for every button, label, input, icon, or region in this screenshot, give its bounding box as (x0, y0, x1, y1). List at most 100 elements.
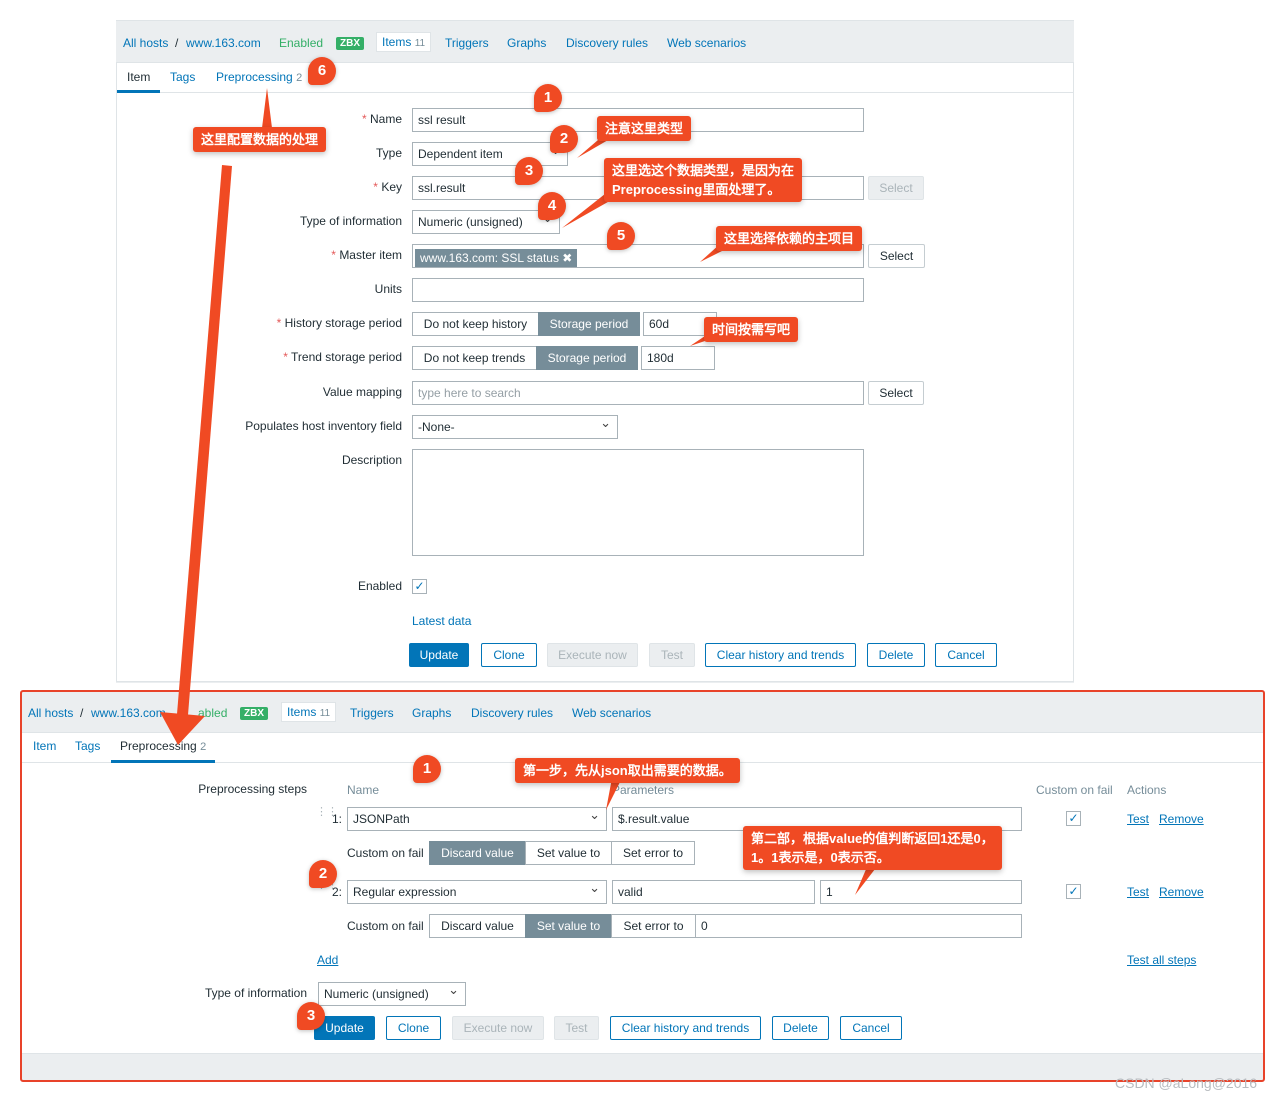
tab-tags[interactable]: Tags (170, 62, 195, 92)
toi-value: Numeric (unsigned) (418, 215, 523, 229)
trend-label: * Trend storage period (283, 350, 402, 364)
items-count: 11 (319, 708, 331, 719)
master-item-label: * Master item (331, 248, 402, 262)
breadcrumb-sep: / (175, 36, 179, 50)
nav-triggers[interactable]: Triggers (350, 706, 394, 720)
callout-step1: 第一步，先从json取出需要的数据。 (515, 758, 740, 783)
items-label: Items (382, 35, 412, 49)
status-enabled[interactable]: abled (198, 706, 227, 720)
callout-type: 注意这里类型 (597, 116, 692, 141)
step-remove-link[interactable]: Remove (1159, 812, 1204, 826)
callout-master-item: 这里选择依赖的主项目 (716, 226, 863, 251)
test-all-steps-link[interactable]: Test all steps (1127, 953, 1196, 967)
value-mapping-select-button[interactable]: Select (868, 381, 924, 405)
nav-items[interactable]: Items 11 (376, 32, 432, 52)
breadcrumb-sep: / (80, 706, 84, 720)
delete-button[interactable]: Delete (772, 1016, 829, 1040)
breadcrumb-host[interactable]: www.163.com (186, 36, 261, 50)
step-test-link[interactable]: Test (1127, 885, 1149, 899)
latest-data-link[interactable]: Latest data (412, 614, 471, 628)
tab-preprocessing[interactable]: Preprocessing 2 (216, 62, 302, 93)
nav-triggers[interactable]: Triggers (445, 36, 489, 50)
history-do-not-keep[interactable]: Do not keep history (412, 312, 539, 336)
top-form-card (116, 62, 1074, 682)
type-label: Type (375, 146, 402, 160)
tab-item[interactable]: Item (117, 62, 161, 93)
custom-on-fail-checkbox[interactable]: ✓ (1066, 884, 1081, 899)
discard-value-option[interactable]: Discard value (429, 841, 526, 865)
nav-graphs[interactable]: Graphs (507, 36, 546, 50)
tab-preprocessing-label: Preprocessing (120, 739, 197, 753)
test-button[interactable]: Test (649, 643, 695, 667)
status-enabled[interactable]: Enabled (279, 36, 323, 50)
step-type-value: Regular expression (353, 885, 457, 899)
inventory-value: -None- (418, 420, 455, 434)
step-test-link[interactable]: Test (1127, 812, 1149, 826)
badge-6: 6 (308, 57, 336, 85)
tab-tags[interactable]: Tags (75, 731, 100, 761)
set-value-option[interactable]: Set value to (525, 914, 612, 938)
update-button[interactable]: Update (409, 643, 469, 667)
toi-value: Numeric (unsigned) (324, 987, 429, 1001)
breadcrumb-host[interactable]: www.163.com (91, 706, 166, 720)
trend-do-not-keep[interactable]: Do not keep trends (412, 346, 537, 370)
step-output-input[interactable]: 1 (820, 880, 1022, 904)
trend-storage-period[interactable]: Storage period (536, 346, 638, 370)
inventory-select[interactable]: -None- (412, 415, 618, 439)
trend-value-input[interactable]: 180d (641, 346, 715, 370)
clear-history-button[interactable]: Clear history and trends (705, 643, 856, 667)
set-value-option[interactable]: Set value to (525, 841, 612, 865)
key-select-button[interactable]: Select (868, 176, 924, 200)
nav-discovery-rules[interactable]: Discovery rules (566, 36, 648, 50)
units-label: Units (374, 282, 402, 296)
callout-step2: 第二部，根据value的值判断返回1还是0， 1。1表示是，0表示否。 (743, 826, 1002, 870)
clone-button[interactable]: Clone (481, 643, 537, 667)
remove-chip-icon[interactable]: ✖ (562, 251, 572, 265)
nav-items[interactable]: Items 11 (281, 702, 337, 722)
custom-value-input[interactable]: 0 (695, 914, 1022, 938)
execute-now-button[interactable]: Execute now (547, 643, 638, 667)
nav-discovery-rules[interactable]: Discovery rules (471, 706, 553, 720)
step-type-select[interactable]: JSONPath (347, 807, 607, 831)
add-step-link[interactable]: Add (317, 953, 338, 967)
cancel-button[interactable]: Cancel (840, 1016, 902, 1040)
cancel-button[interactable]: Cancel (935, 643, 997, 667)
discard-value-option[interactable]: Discard value (429, 914, 526, 938)
delete-button[interactable]: Delete (867, 643, 925, 667)
badge-bottom-1: 1 (413, 755, 441, 783)
nav-web-scenarios[interactable]: Web scenarios (667, 36, 746, 50)
type-of-information-label: Type of information (204, 986, 307, 1000)
type-select[interactable]: Dependent item (412, 142, 568, 166)
tab-preprocessing[interactable]: Preprocessing 2 (111, 731, 216, 763)
step-remove-link[interactable]: Remove (1159, 885, 1204, 899)
badge-3: 3 (515, 157, 543, 185)
header-actions: Actions (1127, 783, 1167, 797)
set-error-option[interactable]: Set error to (611, 841, 695, 865)
clone-button[interactable]: Clone (386, 1016, 441, 1040)
nav-web-scenarios[interactable]: Web scenarios (572, 706, 651, 720)
clear-history-button[interactable]: Clear history and trends (610, 1016, 761, 1040)
step-number: 2: (332, 885, 343, 899)
breadcrumb-all-hosts[interactable]: All hosts (123, 36, 168, 50)
inventory-label: Populates host inventory field (245, 419, 402, 433)
callout-preprocessing: 这里配置数据的处理 (193, 127, 327, 152)
tab-item[interactable]: Item (33, 731, 56, 761)
master-select-button[interactable]: Select (868, 244, 925, 268)
custom-on-fail-checkbox[interactable]: ✓ (1066, 811, 1081, 826)
callout-time: 时间按需写吧 (704, 317, 799, 342)
type-of-information-select[interactable]: Numeric (unsigned) (318, 982, 466, 1006)
zbx-badge: ZBX (240, 707, 268, 720)
step-type-select[interactable]: Regular expression (347, 880, 607, 904)
set-error-option[interactable]: Set error to (611, 914, 696, 938)
step-pattern-input[interactable]: valid (612, 880, 815, 904)
description-textarea[interactable] (412, 449, 864, 556)
history-storage-period[interactable]: Storage period (538, 312, 640, 336)
execute-now-button[interactable]: Execute now (452, 1016, 544, 1040)
units-input[interactable] (412, 278, 864, 302)
enabled-checkbox[interactable]: ✓ (412, 579, 427, 594)
value-mapping-input[interactable]: type here to search (412, 381, 864, 405)
breadcrumb-all-hosts[interactable]: All hosts (28, 706, 73, 720)
badge-4: 4 (538, 192, 566, 220)
nav-graphs[interactable]: Graphs (412, 706, 451, 720)
test-button[interactable]: Test (554, 1016, 599, 1040)
